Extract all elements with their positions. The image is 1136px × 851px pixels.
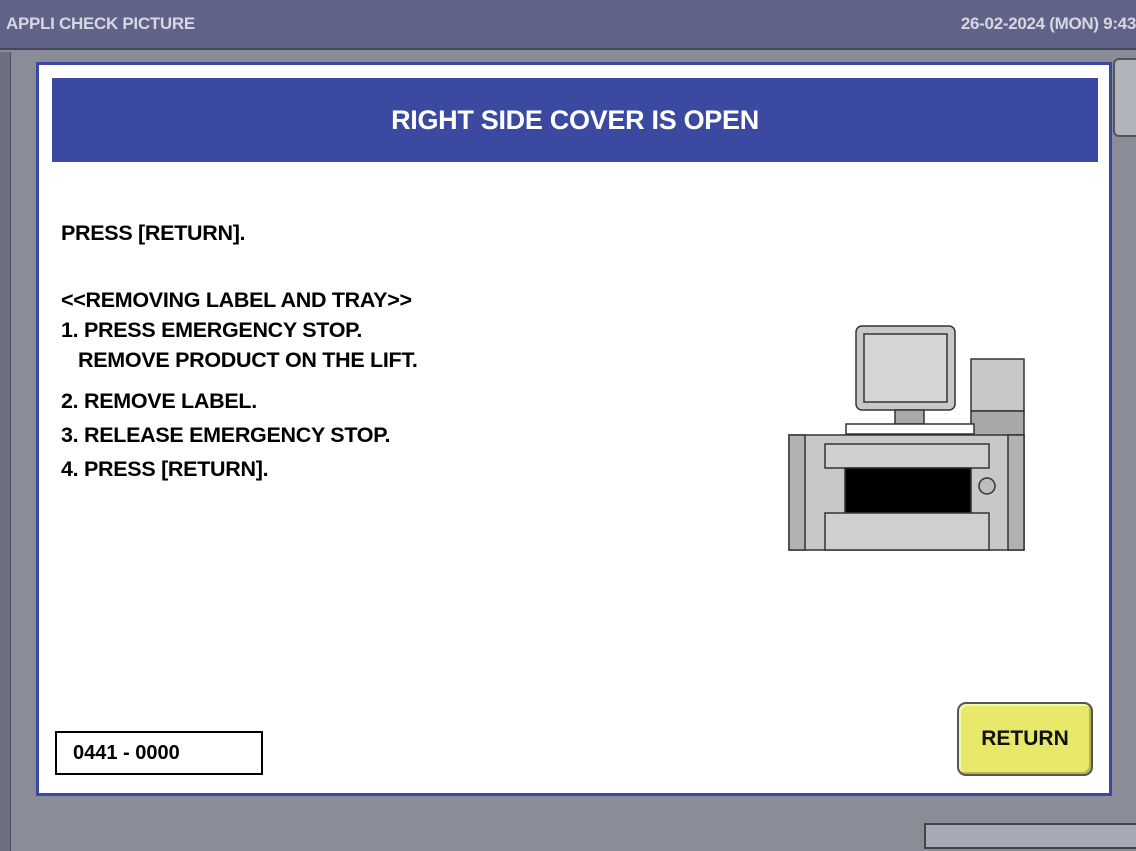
instruction-step-2: 2. REMOVE LABEL.: [61, 389, 257, 413]
dialog-title: RIGHT SIDE COVER IS OPEN: [52, 78, 1098, 162]
alert-dialog: RIGHT SIDE COVER IS OPEN PRESS [RETURN].…: [36, 62, 1112, 796]
background-tab: [1113, 58, 1136, 137]
title-bar: APPLI CHECK PICTURE 26-02-2024 (MON) 9:4…: [0, 0, 1136, 50]
error-code-box: 0441 - 0000: [55, 731, 263, 775]
instruction-press-return: PRESS [RETURN].: [61, 221, 246, 245]
machine-icon: [788, 325, 1025, 551]
instruction-step-3: 3. RELEASE EMERGENCY STOP.: [61, 423, 391, 447]
background-status-bar: [924, 823, 1136, 849]
instruction-step-1b: REMOVE PRODUCT ON THE LIFT.: [61, 348, 418, 372]
date-time: 26-02-2024 (MON) 9:43: [960, 14, 1136, 33]
return-button[interactable]: RETURN: [957, 702, 1093, 776]
return-button-label: RETURN: [981, 727, 1069, 750]
app-title: APPLI CHECK PICTURE: [6, 14, 195, 33]
error-code: 0441 - 0000: [73, 741, 180, 764]
instruction-step-1: 1. PRESS EMERGENCY STOP.: [61, 318, 363, 342]
background-panel-edge: [0, 52, 11, 851]
instruction-step-4: 4. PRESS [RETURN].: [61, 457, 269, 481]
instruction-heading: <<REMOVING LABEL AND TRAY>>: [61, 288, 412, 312]
